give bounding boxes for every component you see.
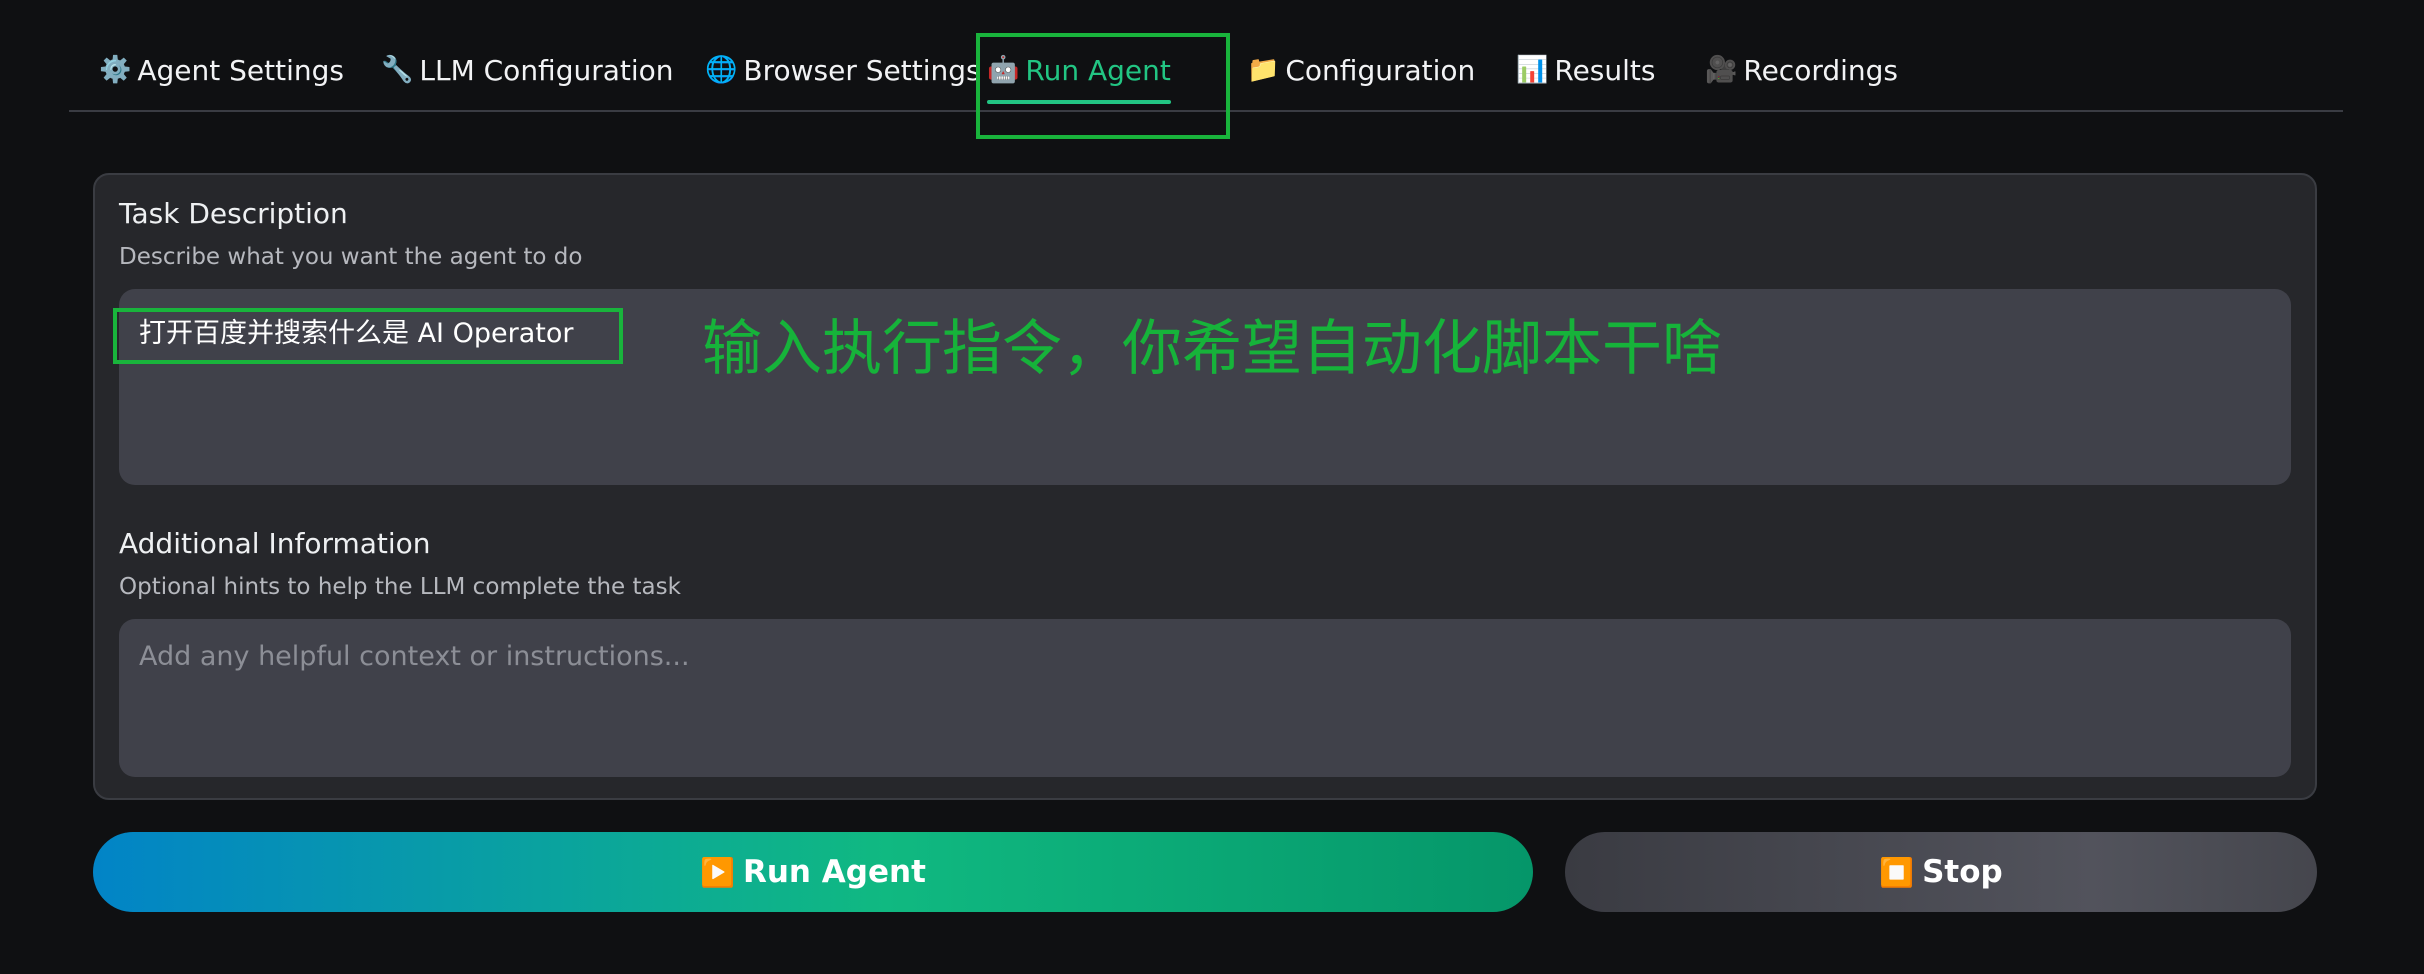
tab-label: Run Agent bbox=[1025, 53, 1171, 87]
stop-button-label: Stop bbox=[1922, 854, 2003, 890]
folder-icon: 📁 bbox=[1247, 55, 1280, 85]
run-agent-button-label: Run Agent bbox=[742, 854, 926, 890]
tab-label: Browser Settings bbox=[743, 53, 981, 87]
tab-label: LLM Configuration bbox=[419, 53, 674, 87]
wrench-icon: 🔧 bbox=[381, 55, 414, 85]
task-description-label: Task Description bbox=[119, 197, 348, 230]
play-icon: ▶️ bbox=[700, 855, 735, 889]
globe-icon: 🌐 bbox=[705, 55, 738, 85]
video-camera-icon: 🎥 bbox=[1705, 55, 1738, 85]
tab-llm-configuration[interactable]: 🔧 LLM Configuration bbox=[381, 30, 674, 110]
task-panel: Task Description Describe what you want … bbox=[93, 173, 2317, 800]
tab-label: Configuration bbox=[1285, 53, 1476, 87]
tab-results[interactable]: 📊 Results bbox=[1516, 30, 1655, 110]
robot-icon: 🤖 bbox=[987, 55, 1020, 85]
run-agent-button[interactable]: ▶️ Run Agent bbox=[93, 832, 1533, 912]
additional-information-input[interactable]: Add any helpful context or instructions.… bbox=[119, 619, 2291, 777]
additional-information-label: Additional Information bbox=[119, 527, 431, 560]
annotation-note: 输入执行指令，你希望自动化脚本干啥 bbox=[702, 314, 1722, 384]
tab-label: Agent Settings bbox=[137, 53, 344, 87]
tab-browser-settings[interactable]: 🌐 Browser Settings bbox=[705, 30, 981, 110]
tab-label: Recordings bbox=[1743, 53, 1899, 87]
tab-agent-settings[interactable]: ⚙️ Agent Settings bbox=[99, 30, 344, 110]
tab-label: Results bbox=[1554, 53, 1656, 87]
stop-icon: ⏹️ bbox=[1879, 855, 1915, 889]
tab-recordings[interactable]: 🎥 Recordings bbox=[1705, 30, 1898, 110]
task-description-hint: Describe what you want the agent to do bbox=[119, 244, 583, 270]
app-stage: ⚙️ Agent Settings 🔧 LLM Configuration 🌐 … bbox=[0, 0, 2424, 974]
chart-icon: 📊 bbox=[1516, 55, 1549, 85]
tab-configuration[interactable]: 📁 Configuration bbox=[1247, 30, 1475, 110]
additional-information-hint: Optional hints to help the LLM complete … bbox=[119, 574, 681, 600]
tab-run-agent[interactable]: 🤖 Run Agent bbox=[987, 30, 1171, 110]
tab-bar: ⚙️ Agent Settings 🔧 LLM Configuration 🌐 … bbox=[69, 30, 2343, 112]
gear-icon: ⚙️ bbox=[99, 55, 132, 85]
stop-button[interactable]: ⏹️ Stop bbox=[1565, 832, 2317, 912]
